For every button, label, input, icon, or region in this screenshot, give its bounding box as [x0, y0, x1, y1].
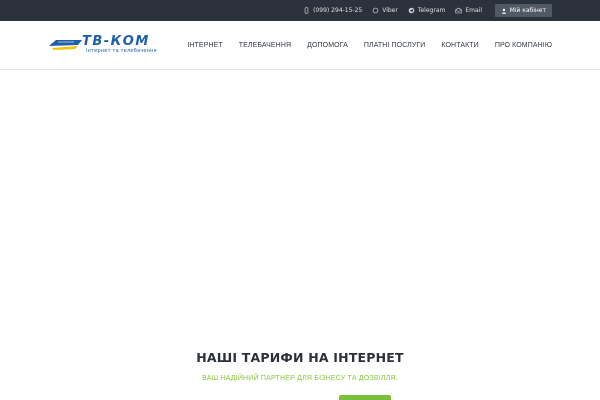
telegram-label: Telegram: [417, 7, 446, 14]
viber-icon: [372, 7, 379, 14]
phone-link[interactable]: (099) 294-15-25: [303, 7, 362, 14]
tariffs-subtitle: ВАШ НАДІЙНИЙ ПАРТНЕР ДЛЯ БІЗНЕСУ ТА ДОЗВ…: [202, 375, 398, 382]
nav-item-paid-services[interactable]: ПЛАТНІ ПОСЛУГИ: [364, 42, 426, 49]
nav-item-contacts[interactable]: КОНТАКТИ: [441, 42, 478, 49]
telegram-link[interactable]: Telegram: [408, 7, 446, 14]
user-icon: [501, 8, 506, 14]
email-link[interactable]: Email: [455, 7, 482, 14]
telegram-icon: [408, 7, 415, 14]
contact-links: (099) 294-15-25 Viber Telegram Email: [293, 0, 482, 21]
logo-subtitle: інтернет та телебачення: [86, 48, 157, 54]
top-bar: (099) 294-15-25 Viber Telegram Email Мій…: [0, 0, 600, 21]
hero-area: [0, 70, 600, 340]
viber-link[interactable]: Viber: [372, 7, 398, 14]
nav-item-help[interactable]: ДОПОМОГА: [307, 42, 348, 49]
logo-title: ТВ-КОМ: [82, 34, 150, 49]
site-header: ТВ-КОМ інтернет та телебачення ІНТЕРНЕТ …: [0, 21, 600, 70]
email-label: Email: [465, 7, 482, 14]
my-cabinet-button[interactable]: Мій кабінет: [494, 4, 552, 17]
nav-item-about[interactable]: ПРО КОМПАНІЮ: [495, 42, 552, 49]
main-nav: ІНТЕРНЕТ ТЕЛЕБАЧЕННЯ ДОПОМОГА ПЛАТНІ ПОС…: [171, 42, 552, 49]
phone-icon: [304, 7, 309, 14]
nav-item-internet[interactable]: ІНТЕРНЕТ: [187, 42, 222, 49]
tariff-tab-button[interactable]: [339, 395, 391, 400]
email-icon: [455, 7, 462, 14]
phone-number: (099) 294-15-25: [313, 7, 363, 14]
site-logo[interactable]: ТВ-КОМ інтернет та телебачення: [48, 34, 158, 57]
my-cabinet-label: Мій кабінет: [509, 7, 546, 14]
logo-wave-icon: [49, 40, 82, 50]
nav-item-tv[interactable]: ТЕЛЕБАЧЕННЯ: [239, 42, 291, 49]
viber-label: Viber: [382, 7, 398, 14]
tariffs-title: НАШІ ТАРИФИ НА ІНТЕРНЕТ: [196, 350, 404, 365]
